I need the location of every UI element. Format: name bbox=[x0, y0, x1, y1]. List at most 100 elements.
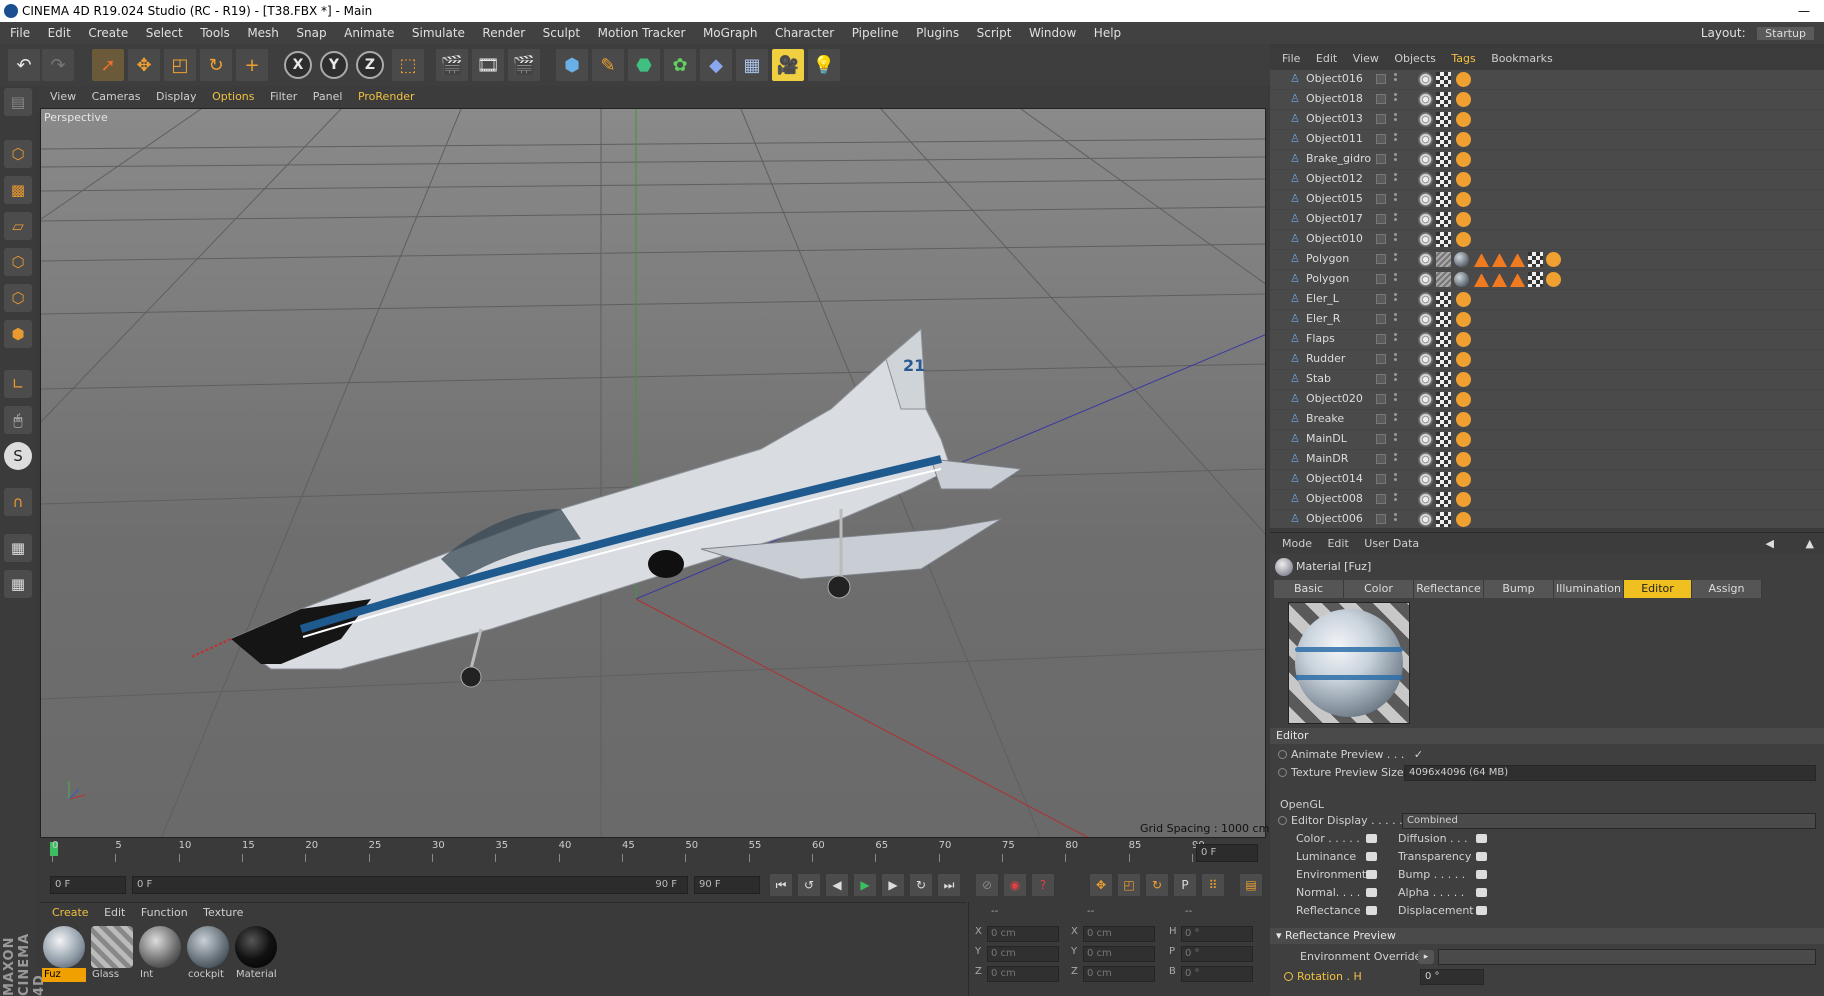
visibility-dots[interactable] bbox=[1394, 353, 1398, 366]
select-cursor-icon[interactable]: ➚ bbox=[92, 49, 124, 81]
subdivision-icon[interactable]: ⬣ bbox=[628, 49, 660, 81]
tag-dot-icon[interactable] bbox=[1456, 392, 1471, 407]
render-to-picture-viewer-icon[interactable]: 🎞 bbox=[472, 49, 504, 81]
material-menu-create[interactable]: Create bbox=[52, 906, 89, 919]
tag-dot-icon[interactable] bbox=[1456, 132, 1471, 147]
tag-dot-icon[interactable] bbox=[1546, 252, 1561, 267]
object-row[interactable]: ♙ Stab bbox=[1270, 370, 1824, 390]
visibility-dots[interactable] bbox=[1394, 173, 1398, 186]
go-to-end-icon[interactable]: ⏭ bbox=[938, 874, 960, 896]
menu-edit[interactable]: Edit bbox=[48, 26, 71, 40]
viewport-menu-view[interactable]: View bbox=[50, 90, 76, 103]
phong-tag-icon[interactable] bbox=[1418, 352, 1433, 367]
layer-toggle[interactable] bbox=[1376, 494, 1386, 504]
layer-toggle[interactable] bbox=[1376, 194, 1386, 204]
visibility-dots[interactable] bbox=[1394, 493, 1398, 506]
object-row[interactable]: ♙ Object012 bbox=[1270, 170, 1824, 190]
deformer-icon[interactable]: ◆ bbox=[700, 49, 732, 81]
pen-spline-icon[interactable]: ✎ bbox=[592, 49, 624, 81]
phong-tag-icon[interactable] bbox=[1418, 512, 1433, 527]
minimize-button[interactable]: — bbox=[1798, 0, 1810, 22]
object-row[interactable]: ♙ Brake_gidro bbox=[1270, 150, 1824, 170]
layer-toggle[interactable] bbox=[1376, 74, 1386, 84]
menu-file[interactable]: File bbox=[10, 26, 30, 40]
texture-tag-icon[interactable] bbox=[1436, 232, 1451, 247]
previous-key-icon[interactable]: ↺ bbox=[798, 874, 820, 896]
tag-dot-icon[interactable] bbox=[1456, 312, 1471, 327]
menu-simulate[interactable]: Simulate bbox=[412, 26, 465, 40]
layer-toggle[interactable] bbox=[1376, 474, 1386, 484]
phong-tag-icon[interactable] bbox=[1418, 492, 1433, 507]
editor-display-radio[interactable] bbox=[1278, 816, 1287, 825]
x-axis-lock-button[interactable]: X bbox=[284, 51, 312, 79]
tab-bump[interactable]: Bump bbox=[1484, 580, 1554, 598]
rotate-icon[interactable]: ↻ bbox=[200, 49, 232, 81]
selection-tag-icon[interactable] bbox=[1492, 252, 1507, 267]
texture-tag-icon[interactable] bbox=[1436, 452, 1451, 467]
tab-illumination[interactable]: Illumination bbox=[1554, 580, 1624, 598]
polygons-mode-icon[interactable]: ⬢ bbox=[4, 320, 32, 348]
object-row[interactable]: ♙ Object010 bbox=[1270, 230, 1824, 250]
texture-tag-icon[interactable] bbox=[1436, 292, 1451, 307]
layer-toggle[interactable] bbox=[1376, 274, 1386, 284]
layer-toggle[interactable] bbox=[1376, 454, 1386, 464]
visibility-dots[interactable] bbox=[1394, 473, 1398, 486]
phong-tag-icon[interactable] bbox=[1418, 172, 1433, 187]
tab-editor[interactable]: Editor bbox=[1624, 580, 1692, 598]
visibility-dots[interactable] bbox=[1394, 193, 1398, 206]
visibility-dots[interactable] bbox=[1394, 273, 1398, 286]
visibility-dots[interactable] bbox=[1394, 233, 1398, 246]
phong-tag-icon[interactable] bbox=[1418, 252, 1433, 267]
current-frame-field[interactable]: 0 F bbox=[1196, 844, 1258, 862]
channel-visibility-icon[interactable] bbox=[1476, 834, 1487, 843]
material-swatch-cockpit[interactable]: cockpit bbox=[186, 926, 230, 984]
go-to-start-icon[interactable]: ⏮ bbox=[770, 874, 792, 896]
up-arrow-icon[interactable]: ▲ bbox=[1806, 533, 1814, 555]
tab-color[interactable]: Color bbox=[1344, 580, 1414, 598]
phong-tag-icon[interactable] bbox=[1418, 392, 1433, 407]
key-parameter-icon[interactable]: P bbox=[1174, 874, 1196, 896]
end-frame-field[interactable]: 90 F bbox=[694, 876, 760, 894]
channel-visibility-icon[interactable] bbox=[1366, 834, 1377, 843]
coordinate-system-icon[interactable]: ⬚ bbox=[392, 49, 424, 81]
coord-size-x-field[interactable]: 0 cm bbox=[1083, 926, 1155, 942]
object-row[interactable]: ♙ Object020 bbox=[1270, 390, 1824, 410]
texture-tag-icon[interactable] bbox=[1436, 492, 1451, 507]
motion-record-icon[interactable]: ⊘ bbox=[976, 874, 998, 896]
phong-tag-icon[interactable] bbox=[1418, 412, 1433, 427]
snap-icon[interactable]: S bbox=[4, 442, 32, 470]
layer-toggle[interactable] bbox=[1376, 374, 1386, 384]
channel-visibility-icon[interactable] bbox=[1476, 870, 1487, 879]
points-mode-icon[interactable]: ⬡ bbox=[4, 248, 32, 276]
layer-toggle[interactable] bbox=[1376, 154, 1386, 164]
object-list[interactable]: ♙ Object016 ♙ Object018 ♙ Object013 ♙ Object011… bbox=[1270, 70, 1824, 528]
scale-icon[interactable]: ◰ bbox=[164, 49, 196, 81]
texture-tag-icon[interactable] bbox=[1528, 252, 1543, 267]
viewport-menu-prorender[interactable]: ProRender bbox=[358, 90, 415, 103]
texture-tag-icon[interactable] bbox=[1436, 172, 1451, 187]
phong-tag-icon[interactable] bbox=[1418, 192, 1433, 207]
tag-dot-icon[interactable] bbox=[1456, 472, 1471, 487]
tag-dot-icon[interactable] bbox=[1456, 432, 1471, 447]
workplane-lock-icon[interactable]: ▦ bbox=[4, 534, 32, 562]
layer-toggle[interactable] bbox=[1376, 434, 1386, 444]
z-axis-lock-button[interactable]: Z bbox=[356, 51, 384, 79]
menu-tools[interactable]: Tools bbox=[200, 26, 230, 40]
visibility-dots[interactable] bbox=[1394, 513, 1398, 526]
phong-tag-icon[interactable] bbox=[1418, 92, 1433, 107]
layer-toggle[interactable] bbox=[1376, 314, 1386, 324]
material-swatch-int[interactable]: Int bbox=[138, 926, 182, 984]
render-view-icon[interactable]: 🎬 bbox=[436, 49, 468, 81]
rotation-h-radio[interactable] bbox=[1284, 972, 1293, 981]
object-row[interactable]: ♙ Eler_R bbox=[1270, 310, 1824, 330]
rotation-h-field[interactable]: 0 ° bbox=[1420, 969, 1484, 985]
tag-dot-icon[interactable] bbox=[1456, 412, 1471, 427]
tag-dot-icon[interactable] bbox=[1456, 452, 1471, 467]
texture-tag-icon[interactable] bbox=[1436, 132, 1451, 147]
phong-tag-icon[interactable] bbox=[1418, 112, 1433, 127]
texture-tag-icon[interactable] bbox=[1436, 372, 1451, 387]
tag-dot-icon[interactable] bbox=[1456, 112, 1471, 127]
object-row[interactable]: ♙ Object018 bbox=[1270, 90, 1824, 110]
material-preview[interactable] bbox=[1288, 602, 1410, 724]
visibility-dots[interactable] bbox=[1394, 313, 1398, 326]
